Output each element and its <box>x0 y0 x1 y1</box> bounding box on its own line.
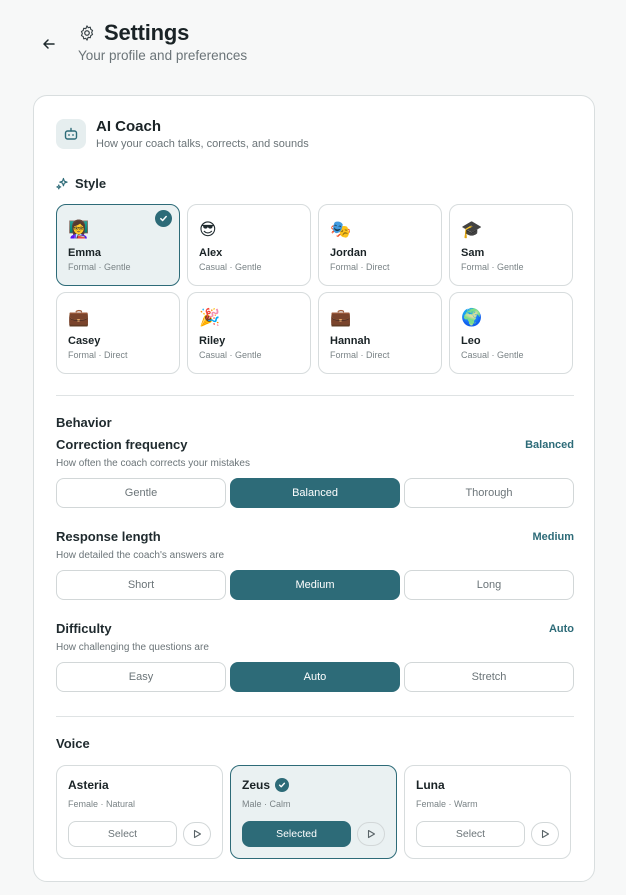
style-heading: Style <box>56 176 106 191</box>
option-stretch[interactable]: Stretch <box>404 662 574 692</box>
page-title: Settings <box>104 20 190 45</box>
voice-card-asteria[interactable]: Asteria Female · Natural Select <box>56 765 223 859</box>
coach-description: Formal · Direct <box>330 262 390 272</box>
option-easy[interactable]: Easy <box>56 662 226 692</box>
voice-name: Zeus <box>242 778 271 792</box>
play-icon <box>193 829 202 839</box>
option-thorough[interactable]: Thorough <box>404 478 574 508</box>
coach-name: Riley <box>199 335 226 347</box>
coach-avatar-emoji: 🎭 <box>330 220 352 239</box>
voice-heading: Voice <box>56 736 90 751</box>
page-header: Settings Your profile and preferences <box>0 0 626 95</box>
coach-style-grid: 👩‍🏫 Emma Formal · Gentle 😎 Alex Casual ·… <box>56 204 574 374</box>
coach-name: Hannah <box>330 335 371 347</box>
ai-coach-subtitle: How your coach talks, corrects, and soun… <box>96 138 309 150</box>
coach-avatar-emoji: 😎 <box>199 220 217 239</box>
voice-card-luna[interactable]: Luna Female · Warm Select <box>404 765 571 859</box>
coach-card-emma[interactable]: 👩‍🏫 Emma Formal · Gentle <box>56 204 180 286</box>
coach-card-leo[interactable]: 🌍 Leo Casual · Gentle <box>449 292 573 374</box>
response-length-setting: Response length Medium How detailed the … <box>56 529 574 600</box>
ai-coach-card: AI Coach How your coach talks, corrects,… <box>33 95 595 882</box>
play-icon <box>367 829 376 839</box>
divider <box>56 716 574 717</box>
play-preview-button[interactable] <box>357 822 385 846</box>
option-auto[interactable]: Auto <box>230 662 400 692</box>
response-length-value: Medium <box>532 530 574 543</box>
select-voice-button[interactable]: Select <box>416 821 525 847</box>
correction-frequency-help: How often the coach corrects your mistak… <box>56 458 250 469</box>
robot-icon <box>56 119 86 149</box>
coach-avatar-emoji: 👩‍🏫 <box>68 220 90 239</box>
coach-avatar-emoji: 💼 <box>68 308 90 327</box>
coach-description: Formal · Gentle <box>68 262 131 272</box>
coach-name: Casey <box>68 335 101 347</box>
coach-avatar-emoji: 🌍 <box>461 308 483 327</box>
coach-name: Leo <box>461 335 481 347</box>
option-medium[interactable]: Medium <box>230 570 400 600</box>
coach-avatar-emoji: 🎉 <box>199 308 221 327</box>
correction-frequency-selector: Gentle Balanced Thorough <box>56 478 574 508</box>
response-length-label: Response length <box>56 529 161 544</box>
select-voice-button[interactable]: Select <box>68 821 177 847</box>
check-icon <box>275 778 290 792</box>
page-subtitle: Your profile and preferences <box>78 48 248 63</box>
correction-frequency-label: Correction frequency <box>56 437 188 452</box>
coach-card-jordan[interactable]: 🎭 Jordan Formal · Direct <box>318 204 442 286</box>
coach-card-sam[interactable]: 🎓 Sam Formal · Gentle <box>449 204 573 286</box>
coach-name: Emma <box>68 247 102 259</box>
voice-card-zeus[interactable]: Zeus Male · Calm Selected <box>230 765 397 859</box>
title-row: Settings <box>78 20 189 46</box>
option-long[interactable]: Long <box>404 570 574 600</box>
difficulty-label: Difficulty <box>56 621 112 636</box>
play-preview-button[interactable] <box>183 822 211 846</box>
behavior-heading: Behavior <box>56 415 112 430</box>
arrow-left-icon <box>43 39 55 49</box>
difficulty-help: How challenging the questions are <box>56 642 209 653</box>
play-icon <box>541 829 550 839</box>
coach-card-riley[interactable]: 🎉 Riley Casual · Gentle <box>187 292 311 374</box>
ai-coach-header: AI Coach How your coach talks, corrects,… <box>56 118 309 150</box>
difficulty-selector: Easy Auto Stretch <box>56 662 574 692</box>
difficulty-setting: Difficulty Auto How challenging the ques… <box>56 621 574 692</box>
coach-avatar-emoji: 💼 <box>330 308 352 327</box>
coach-card-casey[interactable]: 💼 Casey Formal · Direct <box>56 292 180 374</box>
coach-name: Alex <box>199 247 223 259</box>
option-balanced[interactable]: Balanced <box>230 478 400 508</box>
response-length-selector: Short Medium Long <box>56 570 574 600</box>
voice-list: Asteria Female · Natural Select Zeus Mal… <box>56 765 574 859</box>
coach-description: Formal · Direct <box>68 350 128 360</box>
correction-frequency-setting: Correction frequency Balanced How often … <box>56 437 574 508</box>
voice-description: Female · Natural <box>68 799 136 809</box>
style-label: Style <box>75 176 107 191</box>
voice-description: Male · Calm <box>242 799 291 809</box>
coach-avatar-emoji: 🎓 <box>461 220 483 239</box>
coach-card-hannah[interactable]: 💼 Hannah Formal · Direct <box>318 292 442 374</box>
option-gentle[interactable]: Gentle <box>56 478 226 508</box>
response-length-help: How detailed the coach's answers are <box>56 550 225 561</box>
voice-description: Female · Warm <box>416 799 478 809</box>
back-button[interactable] <box>38 33 60 55</box>
coach-description: Formal · Direct <box>330 350 390 360</box>
coach-card-alex[interactable]: 😎 Alex Casual · Gentle <box>187 204 311 286</box>
play-preview-button[interactable] <box>531 822 559 846</box>
coach-name: Sam <box>461 247 485 259</box>
voice-name: Asteria <box>68 778 109 792</box>
option-short[interactable]: Short <box>56 570 226 600</box>
ai-coach-title: AI Coach <box>96 118 162 135</box>
difficulty-value: Auto <box>548 622 574 635</box>
selected-voice-button[interactable]: Selected <box>242 821 351 847</box>
coach-description: Casual · Gentle <box>199 350 262 360</box>
correction-frequency-value: Balanced <box>525 438 574 451</box>
sparkles-icon <box>56 177 68 190</box>
coach-name: Jordan <box>330 247 367 259</box>
coach-description: Formal · Gentle <box>461 262 524 272</box>
divider <box>56 395 574 396</box>
voice-name: Luna <box>416 778 445 792</box>
gear-icon <box>80 25 94 41</box>
coach-description: Casual · Gentle <box>199 262 262 272</box>
check-icon <box>155 210 172 227</box>
coach-description: Casual · Gentle <box>461 350 524 360</box>
